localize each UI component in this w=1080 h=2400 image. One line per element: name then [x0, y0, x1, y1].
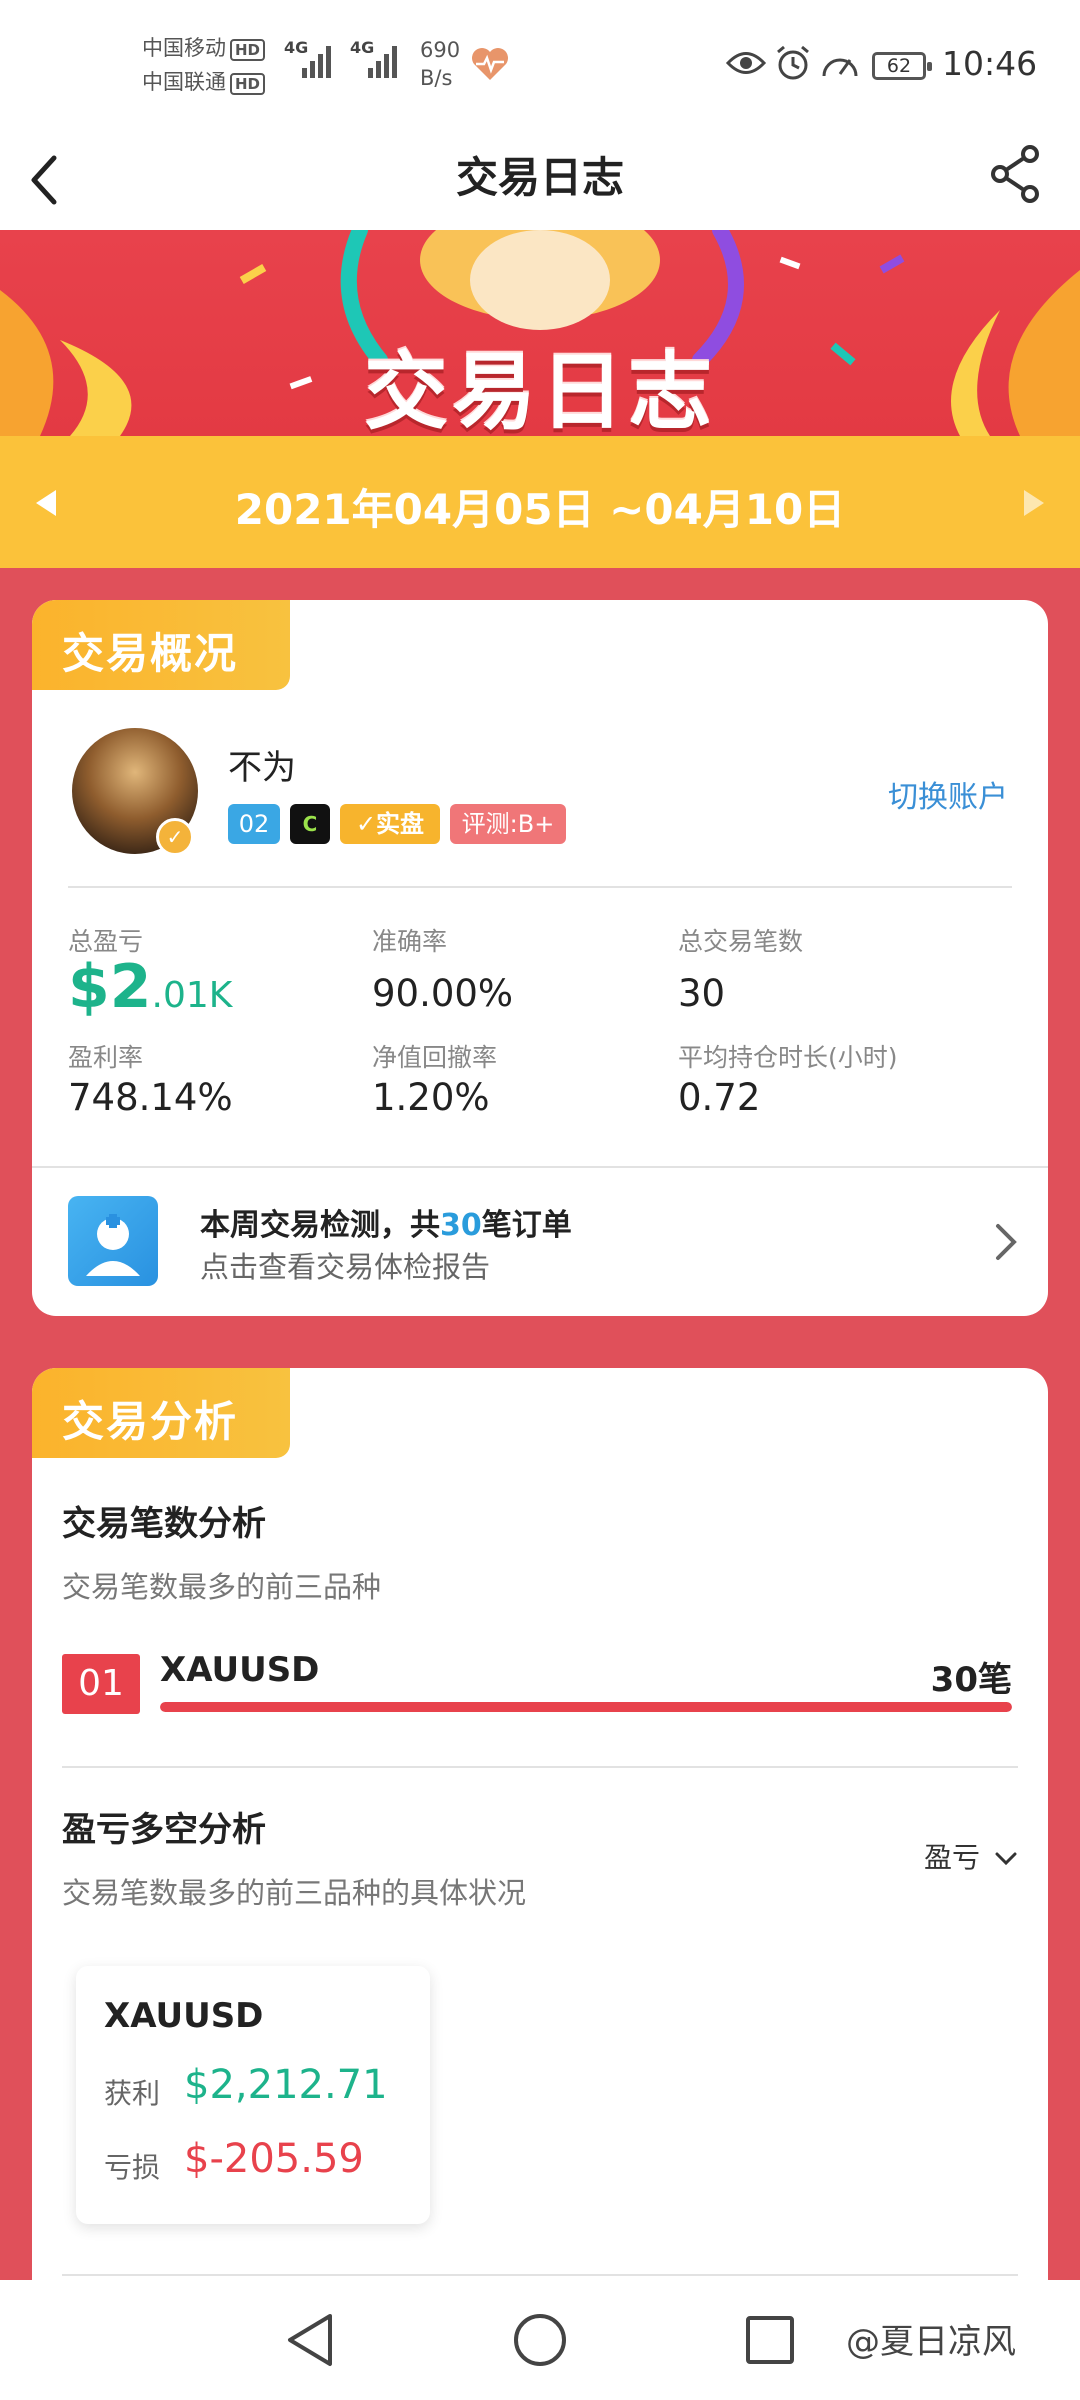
- carrier-2: 中国联通 HD: [142, 66, 266, 96]
- divider: [32, 1166, 1048, 1168]
- home-circle-icon[interactable]: [510, 2310, 570, 2370]
- alarm-icon: [777, 45, 809, 80]
- date-range-bar: 2021年04月05日 ~04月10日: [0, 436, 1080, 568]
- divider: [62, 2274, 1018, 2276]
- profit-rate-label: 盈利率: [68, 1043, 144, 1072]
- medical-report-icon: [68, 1196, 158, 1286]
- system-nav-bar: @夏日凉风: [0, 2280, 1080, 2400]
- avg-hold-value: 0.72: [678, 1076, 761, 1119]
- pl-analysis-title: 盈亏多空分析: [62, 1810, 266, 1850]
- live-account-badge: ✓实盘: [340, 804, 440, 844]
- banner-title: 交易日志: [363, 343, 716, 436]
- divider: [68, 886, 1012, 888]
- pl-analysis-subtitle: 交易笔数最多的前三品种的具体状况: [62, 1876, 527, 1910]
- signal-bars-1-icon: [302, 42, 338, 78]
- profit-label: 获利: [104, 2077, 161, 2110]
- switch-account-button[interactable]: 切换账户: [888, 772, 1008, 816]
- drawdown-value: 1.20%: [372, 1076, 490, 1119]
- count-analysis-title: 交易笔数分析: [62, 1504, 266, 1544]
- trade-count: 30笔: [930, 1660, 1012, 1700]
- heart-rate-icon: [472, 48, 508, 80]
- drawdown-label: 净值回撤率: [372, 1043, 498, 1072]
- accuracy-value: 90.00%: [372, 972, 514, 1015]
- back-triangle-icon[interactable]: [282, 2310, 338, 2370]
- profit-rate-value: 748.14%: [68, 1076, 233, 1119]
- overview-card: 交易概况 ✓ 不为 02 C ✓实盘 评测:B+ 切换账户 总盈亏 $2.01K…: [32, 600, 1048, 1316]
- symbol-pl-card[interactable]: XAUUSD 获利 $2,212.71 亏损 $-205.59: [76, 1966, 430, 2224]
- loss-label: 亏损: [104, 2151, 161, 2184]
- battery-indicator: 62: [872, 52, 932, 80]
- network-speed: 690 B/s: [420, 38, 461, 90]
- carrier-1: 中国移动 HD: [142, 32, 266, 62]
- next-week-icon[interactable]: [1022, 488, 1046, 518]
- chevron-down-icon: [995, 1852, 1017, 1866]
- report-subtitle: 点击查看交易体检报告: [200, 1250, 491, 1284]
- loss-value: $-205.59: [184, 2136, 364, 2182]
- pl-filter-dropdown[interactable]: 盈亏: [924, 1836, 1017, 1876]
- profit-value: $2,212.71: [184, 2062, 388, 2108]
- chevron-right-icon: [996, 1224, 1017, 1260]
- count-analysis-subtitle: 交易笔数最多的前三品种: [62, 1570, 382, 1604]
- analysis-tag: 交易分析: [32, 1368, 290, 1458]
- divider: [62, 1766, 1018, 1768]
- nav-bar: 交易日志: [0, 130, 1080, 230]
- avg-hold-label: 平均持仓时长(小时): [678, 1043, 898, 1072]
- total-pl-value: $2.01K: [68, 952, 233, 1022]
- total-trades-label: 总交易笔数: [678, 927, 804, 956]
- trade-count-bar: [160, 1702, 1012, 1712]
- total-trades-value: 30: [678, 972, 726, 1015]
- date-range-label: 2021年04月05日 ~04月10日: [234, 485, 846, 534]
- symbol-name: XAUUSD: [160, 1650, 320, 1690]
- watermark: @夏日凉风: [846, 2322, 1016, 2362]
- status-bar: 中国移动 HD 中国联通 HD 4G 4G 690 B/s 62 10:46: [0, 0, 1080, 130]
- level-badge: 02: [228, 804, 280, 844]
- rating-badge: 评测:B+: [450, 804, 566, 844]
- rank-number: 01: [62, 1654, 140, 1714]
- symbol-name: XAUUSD: [104, 1996, 264, 2036]
- clock: 10:46: [942, 44, 1038, 83]
- page-title: 交易日志: [455, 153, 624, 202]
- speedometer-icon: [822, 58, 858, 77]
- overview-tag: 交易概况: [32, 600, 290, 690]
- analysis-card: 交易分析 交易笔数分析 交易笔数最多的前三品种 01 XAUUSD 30笔 盈亏…: [32, 1368, 1048, 2308]
- shield-check-icon: ✓: [355, 810, 377, 838]
- username: 不为: [228, 748, 296, 788]
- accuracy-label: 准确率: [372, 927, 448, 956]
- verified-badge-icon: ✓: [156, 818, 194, 856]
- recents-square-icon[interactable]: [740, 2310, 800, 2370]
- hero-banner: 交易日志: [0, 230, 1080, 436]
- broker-logo-badge: C: [290, 804, 330, 844]
- signal-bars-2-icon: [368, 42, 404, 78]
- eye-icon: [726, 52, 766, 74]
- report-title: 本周交易检测，共30笔订单: [200, 1208, 572, 1243]
- share-icon[interactable]: [986, 144, 1046, 204]
- trade-count-bar-fill: [160, 1702, 1012, 1712]
